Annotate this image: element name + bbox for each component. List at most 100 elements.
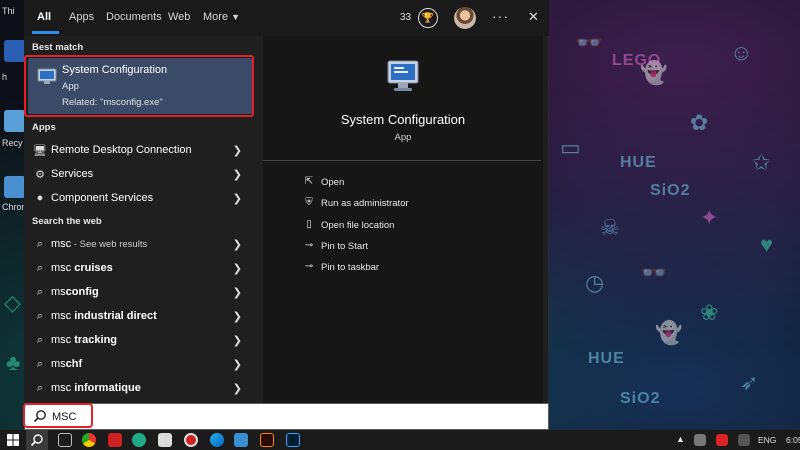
section-best-match: Best match [32,42,84,53]
active-tab-indicator [32,31,59,34]
action-label: Open file location [321,220,395,231]
search-input[interactable]: MSC [24,403,549,430]
best-match-annotation [24,55,254,117]
app-icon[interactable] [234,433,248,447]
tab-apps[interactable]: Apps [69,11,94,23]
action-pin-taskbar[interactable]: ⊸ Pin to taskbar [305,261,380,273]
search-icon: ⌕ [36,309,44,322]
face-icon: ☺ [730,40,753,65]
word-icon[interactable] [4,40,26,62]
chevron-right-icon[interactable]: ❯ [233,382,242,395]
file-icon: ▯ [306,219,312,230]
web-result[interactable]: ⌕ msconfig ❯ [28,280,252,304]
photoshop-icon[interactable] [286,433,300,447]
action-open-file-location[interactable]: ▯ Open file location [306,219,395,231]
chevron-right-icon[interactable]: ❯ [233,192,242,205]
search-icon: ⌕ [36,285,44,298]
chevron-right-icon[interactable]: ❯ [233,310,242,323]
trophy-icon[interactable]: 🏆 [418,8,438,28]
web-result[interactable]: ⌕ mschf ❯ [28,352,252,376]
desktop-icon-label: h [2,72,8,82]
tray-app-icon[interactable] [694,434,706,446]
search-tabs: All Apps Documents Web More ▼ 33 🏆 ··· ✕ [24,0,549,36]
desktop-shortcut-icon[interactable] [4,176,26,198]
action-run-as-admin[interactable]: ⛨ Run as administrator [305,197,408,209]
flower-icon: ✿ [690,110,709,135]
chevron-right-icon[interactable]: ❯ [233,334,242,347]
tray-app-icon[interactable] [716,434,728,446]
web-result-label: msc tracking [51,334,118,346]
chevron-right-icon[interactable]: ❯ [233,144,242,157]
app-result-label: Component Services [51,192,154,204]
remote-desktop-icon: 🖥 [33,144,47,157]
app-result-services[interactable]: ⚙ Services ❯ [28,162,252,186]
caret-down-icon: ▼ [231,12,241,22]
avatar[interactable] [454,7,476,29]
record-icon[interactable] [184,433,198,447]
action-pin-start[interactable]: ⊸ Pin to Start [305,240,368,252]
component-services-icon: ● [36,192,44,204]
glasses-icon: 👓 [640,260,668,285]
illustrator-icon[interactable] [260,433,274,447]
divider [263,160,541,161]
pin-icon: ⊸ [304,261,314,272]
section-apps: Apps [32,122,56,133]
tab-web[interactable]: Web [168,11,190,23]
diamond-icon: ◇ [4,290,21,315]
chevron-right-icon[interactable]: ❯ [233,286,242,299]
chevron-right-icon[interactable]: ❯ [233,168,242,181]
edge-icon[interactable] [210,433,224,447]
app-result-label: Services [51,168,94,180]
windows-start-icon[interactable] [7,434,19,446]
glasses-icon: 👓 [575,30,603,55]
pin-icon: ⊸ [304,240,314,251]
tab-more-label: More [203,11,229,23]
action-label: Pin to taskbar [321,262,380,273]
web-result-label: mschf [51,358,83,370]
web-result[interactable]: ⌕ msc informatique ❯ [28,376,252,400]
shield-icon: ⛨ [305,197,313,208]
open-icon: ⇱ [304,176,314,187]
web-result-label: msconfig [51,286,99,298]
book-icon: ▭ [560,135,581,160]
chevron-right-icon[interactable]: ❯ [233,358,242,371]
tab-documents[interactable]: Documents [106,11,162,23]
chrome-icon[interactable] [82,433,96,447]
app-icon[interactable] [132,433,146,447]
search-icon: ⌕ [36,333,44,346]
web-result[interactable]: ⌕ msc cruises ❯ [28,256,252,280]
search-annotation [23,403,93,428]
chevron-up-icon[interactable]: ▲ [676,434,685,444]
close-icon[interactable]: ✕ [528,9,539,25]
start-search-panel: All Apps Documents Web More ▼ 33 🏆 ··· ✕… [24,0,549,403]
ellipsis-icon[interactable]: ··· [492,8,509,24]
tab-all[interactable]: All [37,11,51,23]
acrobat-icon[interactable] [108,433,122,447]
web-result-label: msc industrial direct [51,310,157,322]
web-result[interactable]: ⌕ msc - See web results ❯ [28,232,252,256]
clock[interactable]: 6:05 [786,435,800,445]
task-view-icon[interactable] [58,433,72,447]
flower-icon: ❀ [700,300,719,325]
app-result-component-services[interactable]: ● Component Services ❯ [28,186,252,210]
search-icon: ⌕ [36,357,44,370]
services-gear-icon: ⚙ [35,168,45,181]
action-open[interactable]: ⇱ Open [305,176,344,188]
volume-icon[interactable] [738,434,750,446]
star-icon: ✩ [752,150,771,175]
heart-icon: ♥ [760,232,774,257]
wallpaper-word: HUE [588,350,625,367]
rocket-icon: ➶ [740,370,759,395]
detail-title: System Configuration [340,112,466,127]
app-result-remote-desktop[interactable]: 🖥 Remote Desktop Connection ❯ [28,138,252,162]
language-indicator[interactable]: ENG [758,435,776,445]
chevron-right-icon[interactable]: ❯ [233,262,242,275]
tab-more[interactable]: More ▼ [203,11,240,23]
web-result[interactable]: ⌕ msc industrial direct ❯ [28,304,252,328]
action-label: Pin to Start [321,241,368,252]
taskbar-search-button[interactable] [26,430,48,450]
recycle-bin-icon[interactable] [4,110,26,132]
app-icon[interactable] [158,433,172,447]
chevron-right-icon[interactable]: ❯ [233,238,242,251]
web-result[interactable]: ⌕ msc tracking ❯ [28,328,252,352]
